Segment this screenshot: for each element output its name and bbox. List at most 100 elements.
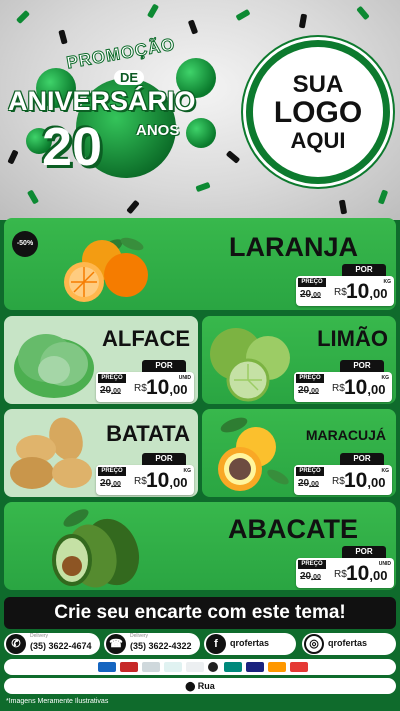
- location-pin-icon: ⬤: [185, 681, 196, 691]
- logo-line-1: SUA: [292, 71, 344, 99]
- product-card-maracuja: MARACUJÁ POR PREÇO 20,00 R$ 10,00 KG: [202, 409, 396, 497]
- confetti: [377, 189, 389, 205]
- price-cents: ,00: [369, 568, 388, 583]
- balloon-icon: [186, 118, 216, 148]
- cta-banner[interactable]: Crie seu encarte com este tema!: [4, 597, 396, 629]
- product-name: MARACUJÁ: [305, 427, 386, 443]
- old-price-int: 20: [100, 478, 112, 489]
- old-price-int: 20: [298, 385, 310, 396]
- price-por-label: POR: [342, 264, 386, 276]
- promo-title: PROMOÇÃO: [65, 34, 178, 73]
- price-tag: POR PREÇO 20,00 R$ 10,00 UNID: [96, 360, 194, 402]
- product-card-limao: LIMÃO POR PREÇO 20,00 R$ 10,00 KG: [202, 316, 396, 404]
- logo-line-2: LOGO: [273, 96, 363, 130]
- facebook-contact[interactable]: f qrofertas: [204, 633, 296, 655]
- old-price: 20,00: [298, 385, 319, 396]
- confetti: [356, 5, 370, 21]
- instagram-contact[interactable]: ◎ qrofertas: [302, 633, 396, 655]
- old-price-int: 20: [100, 385, 112, 396]
- old-price-cents: ,00: [309, 481, 319, 488]
- price-value: 10,00: [146, 469, 187, 493]
- confetti: [126, 199, 140, 215]
- logo-line-3: AQUI: [290, 127, 346, 153]
- product-name: LARANJA: [228, 232, 358, 262]
- facebook-handle: qrofertas: [230, 638, 270, 648]
- price-por-label: POR: [142, 360, 186, 372]
- price-int: 10: [346, 280, 370, 303]
- header-banner: PROMOÇÃO DE ANIVERSÁRIO 20 ANOS SUA LOGO…: [0, 0, 400, 220]
- orange-icon: [64, 237, 148, 302]
- phone-icon: ☎: [106, 634, 126, 654]
- promo-main-text: ANIVERSÁRIO: [8, 86, 196, 116]
- price-cents: ,00: [169, 382, 188, 397]
- old-price-int: 20: [298, 478, 310, 489]
- payment-card-icon: [142, 662, 160, 672]
- price-por-label: POR: [342, 546, 386, 558]
- price-preco-label: PREÇO: [98, 374, 126, 383]
- promo-number: 20: [42, 117, 103, 177]
- price-body: PREÇO 20,00 R$ 10,00 UNID: [296, 558, 394, 588]
- old-price-int: 20: [300, 571, 312, 582]
- price-unit: KG: [383, 279, 392, 285]
- price-preco-label: PREÇO: [298, 278, 326, 287]
- price-value: 10,00: [344, 469, 385, 493]
- payment-card-icon: [164, 662, 182, 672]
- avocado-icon: [52, 509, 140, 588]
- price-por-label: POR: [340, 453, 384, 465]
- product-card-laranja: -50% LARANJA POR PREÇO 20,00 R$ 10,00 KG: [4, 218, 396, 310]
- discount-badge: -50%: [12, 231, 38, 257]
- payment-card-icon: [98, 662, 116, 672]
- payment-methods: [4, 659, 396, 675]
- phone-contact[interactable]: ☎ Delivery (35) 3622-4322: [104, 633, 200, 655]
- price-body: PREÇO 20,00 R$ 10,00 KG: [96, 465, 194, 495]
- product-name: LIMÃO: [317, 326, 388, 351]
- phone-number: (35) 3622-4322: [130, 641, 192, 651]
- price-tag: POR PREÇO 20,00 R$ 10,00 KG: [296, 264, 394, 306]
- facebook-icon: f: [206, 634, 226, 654]
- phone-label: Delivery: [130, 633, 149, 639]
- old-price-cents: ,00: [311, 292, 321, 299]
- confetti: [146, 3, 160, 19]
- price-cents: ,00: [369, 286, 388, 301]
- currency: R$: [134, 383, 147, 394]
- payment-card-icon: [290, 662, 308, 672]
- price-body: PREÇO 20,00 R$ 10,00 UNID: [96, 372, 194, 402]
- old-price-cents: ,00: [111, 481, 121, 488]
- price-tag: POR PREÇO 20,00 R$ 10,00 UNID: [296, 546, 394, 588]
- confetti: [338, 199, 348, 215]
- price-int: 10: [344, 376, 368, 399]
- price-unit: KG: [381, 375, 390, 381]
- currency: R$: [334, 287, 347, 298]
- old-price-int: 20: [300, 289, 312, 300]
- old-price: 20,00: [100, 385, 121, 396]
- price-preco-label: PREÇO: [298, 560, 326, 569]
- price-body: PREÇO 20,00 R$ 10,00 KG: [294, 465, 392, 495]
- price-int: 10: [346, 562, 370, 585]
- mastercard-icon: [268, 662, 286, 672]
- old-price: 20,00: [298, 478, 319, 489]
- product-card-batata: BATATA POR PREÇO 20,00 R$ 10,00 KG: [4, 409, 198, 497]
- instagram-handle: qrofertas: [328, 638, 368, 648]
- price-cents: ,00: [367, 382, 386, 397]
- passion-fruit-icon: [218, 417, 289, 491]
- old-price: 20,00: [300, 571, 321, 582]
- potato-icon: [10, 417, 92, 489]
- price-preco-label: PREÇO: [296, 467, 324, 476]
- confetti: [298, 13, 308, 29]
- price-unit: KG: [381, 468, 390, 474]
- price-body: PREÇO 20,00 R$ 10,00 KG: [294, 372, 392, 402]
- price-cents: ,00: [367, 475, 386, 490]
- price-unit: UNID: [178, 375, 191, 381]
- old-price-cents: ,00: [311, 574, 321, 581]
- whatsapp-icon: ✆: [6, 634, 26, 654]
- whatsapp-contact[interactable]: ✆ Delivery (35) 3622-4674: [4, 633, 100, 655]
- product-name: BATATA: [106, 421, 190, 446]
- whatsapp-label: Delivery: [30, 633, 49, 639]
- price-value: 10,00: [346, 280, 387, 304]
- price-preco-label: PREÇO: [296, 374, 324, 383]
- product-card-alface: ALFACE POR PREÇO 20,00 R$ 10,00 UNID: [4, 316, 198, 404]
- currency: R$: [334, 569, 347, 580]
- address-bar[interactable]: ⬤ Rua: [4, 678, 396, 694]
- confetti: [26, 189, 40, 205]
- price-value: 10,00: [344, 376, 385, 400]
